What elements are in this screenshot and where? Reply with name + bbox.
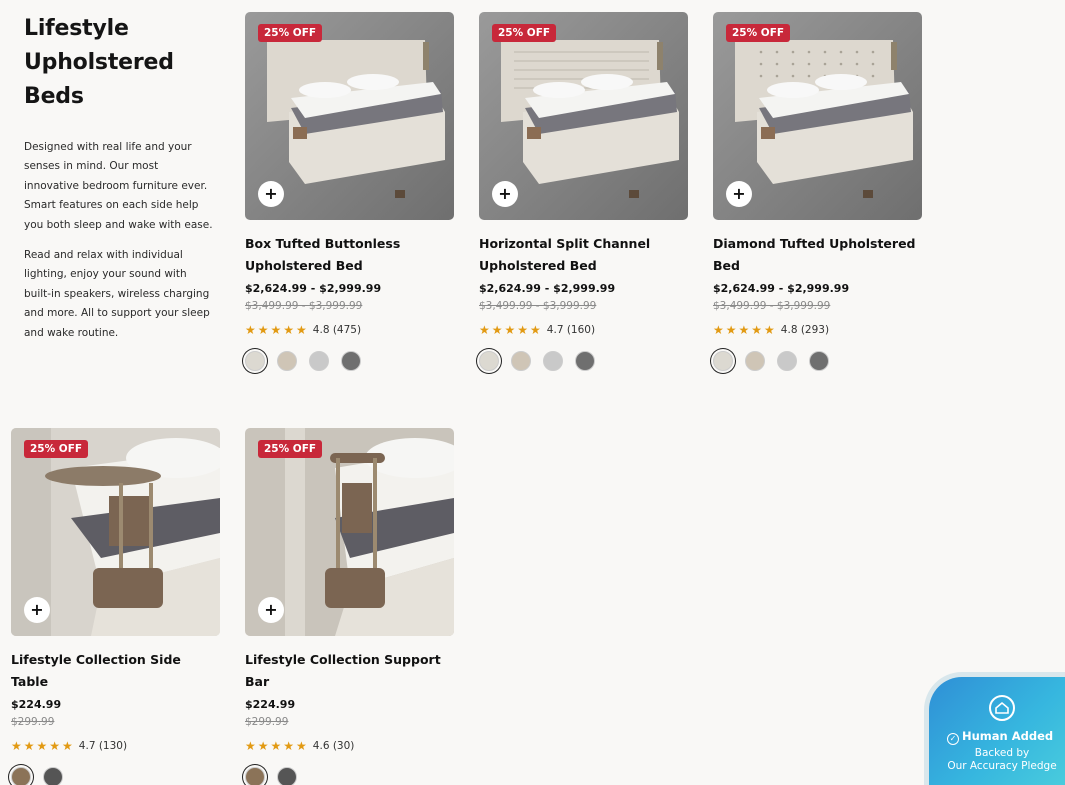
product-price: $224.99 [245, 698, 296, 711]
rating: ★★★★★ 4.7 (130) [11, 739, 220, 753]
product-card[interactable]: 25% OFF + Box Tufted Buttonless Upholste… [245, 12, 454, 371]
color-swatch[interactable] [277, 767, 297, 785]
page-title: Lifestyle Upholstered Beds [24, 16, 174, 109]
product-card[interactable]: 25% OFF + Lifestyle Collection Support B… [245, 428, 454, 785]
discount-badge: 25% OFF [258, 440, 323, 458]
product-price: $2,624.99 - $2,999.99 [479, 282, 616, 295]
rating: ★★★★★ 4.8 (475) [245, 323, 454, 337]
color-swatch[interactable] [277, 351, 297, 371]
plus-icon[interactable]: + [492, 181, 518, 207]
product-title[interactable]: Diamond Tufted Upholstered Bed [713, 233, 922, 277]
intro-paragraph-2: Read and relax with individual lighting,… [24, 249, 210, 339]
rating: ★★★★★ 4.8 (293) [713, 323, 922, 337]
house-icon [989, 695, 1015, 721]
original-price: $3,499.99 - $3,999.99 [479, 300, 597, 312]
color-swatches [713, 351, 922, 371]
pledge-headline-text: Human Added [962, 729, 1054, 743]
color-swatch[interactable] [309, 351, 329, 371]
rating-text: 4.8 (475) [312, 324, 362, 336]
original-price: $299.99 [245, 716, 289, 728]
color-swatch[interactable] [543, 351, 563, 371]
rating: ★★★★★ 4.7 (160) [479, 323, 688, 337]
product-title[interactable]: Box Tufted Buttonless Upholstered Bed [245, 233, 454, 277]
product-image[interactable]: 25% OFF + [11, 428, 220, 636]
star-icons: ★★★★★ [713, 323, 777, 337]
product-card[interactable]: 25% OFF + Horizontal Split Channel Uphol… [479, 12, 688, 371]
product-image[interactable]: 25% OFF + [713, 12, 922, 220]
product-card[interactable]: 25% OFF + Lifestyle Collection Side Tabl… [11, 428, 220, 785]
color-swatch[interactable] [341, 351, 361, 371]
star-icons: ★★★★★ [245, 739, 309, 753]
product-image[interactable]: 25% OFF + [479, 12, 688, 220]
product-title[interactable]: Lifestyle Collection Support Bar [245, 649, 454, 693]
original-price: $3,499.99 - $3,999.99 [245, 300, 363, 312]
color-swatches [11, 767, 220, 785]
rating-text: 4.8 (293) [780, 324, 830, 336]
color-swatch[interactable] [511, 351, 531, 371]
color-swatches [479, 351, 688, 371]
product-image[interactable]: 25% OFF + [245, 12, 454, 220]
discount-badge: 25% OFF [492, 24, 557, 42]
check-circle-icon: ✓ [947, 733, 959, 745]
intro-section: Lifestyle Upholstered Beds Designed with… [24, 12, 214, 343]
plus-icon[interactable]: + [258, 597, 284, 623]
star-icons: ★★★★★ [245, 323, 309, 337]
color-swatch[interactable] [575, 351, 595, 371]
plus-icon[interactable]: + [258, 181, 284, 207]
discount-badge: 25% OFF [726, 24, 791, 42]
star-icons: ★★★★★ [479, 323, 543, 337]
color-swatch[interactable] [479, 351, 499, 371]
star-icons: ★★★★★ [11, 739, 75, 753]
accuracy-pledge-badge[interactable]: ✓ Human Added Backed by Our Accuracy Pled… [924, 672, 1065, 785]
rating-text: 4.6 (30) [312, 740, 355, 752]
color-swatch[interactable] [809, 351, 829, 371]
rating: ★★★★★ 4.6 (30) [245, 739, 454, 753]
pledge-headline: ✓ Human Added [947, 729, 1053, 745]
color-swatch[interactable] [245, 351, 265, 371]
product-price: $224.99 [11, 698, 62, 711]
discount-badge: 25% OFF [258, 24, 323, 42]
rating-text: 4.7 (160) [546, 324, 596, 336]
product-price: $2,624.99 - $2,999.99 [713, 282, 850, 295]
original-price: $3,499.99 - $3,999.99 [713, 300, 831, 312]
pledge-subtext: Backed by Our Accuracy Pledge [947, 747, 1057, 772]
color-swatch[interactable] [777, 351, 797, 371]
color-swatch[interactable] [713, 351, 733, 371]
product-title[interactable]: Lifestyle Collection Side Table [11, 649, 220, 693]
color-swatch[interactable] [745, 351, 765, 371]
product-price: $2,624.99 - $2,999.99 [245, 282, 382, 295]
plus-icon[interactable]: + [726, 181, 752, 207]
color-swatch[interactable] [43, 767, 63, 785]
plus-icon[interactable]: + [24, 597, 50, 623]
color-swatches [245, 351, 454, 371]
product-image[interactable]: 25% OFF + [245, 428, 454, 636]
product-card[interactable]: 25% OFF + Diamond Tufted Upholstered Bed… [713, 12, 922, 371]
intro-paragraph-1: Designed with real life and your senses … [24, 141, 213, 231]
discount-badge: 25% OFF [24, 440, 89, 458]
product-title[interactable]: Horizontal Split Channel Upholstered Bed [479, 233, 688, 277]
rating-text: 4.7 (130) [78, 740, 128, 752]
original-price: $299.99 [11, 716, 55, 728]
color-swatches [245, 767, 454, 785]
color-swatch[interactable] [245, 767, 265, 785]
color-swatch[interactable] [11, 767, 31, 785]
